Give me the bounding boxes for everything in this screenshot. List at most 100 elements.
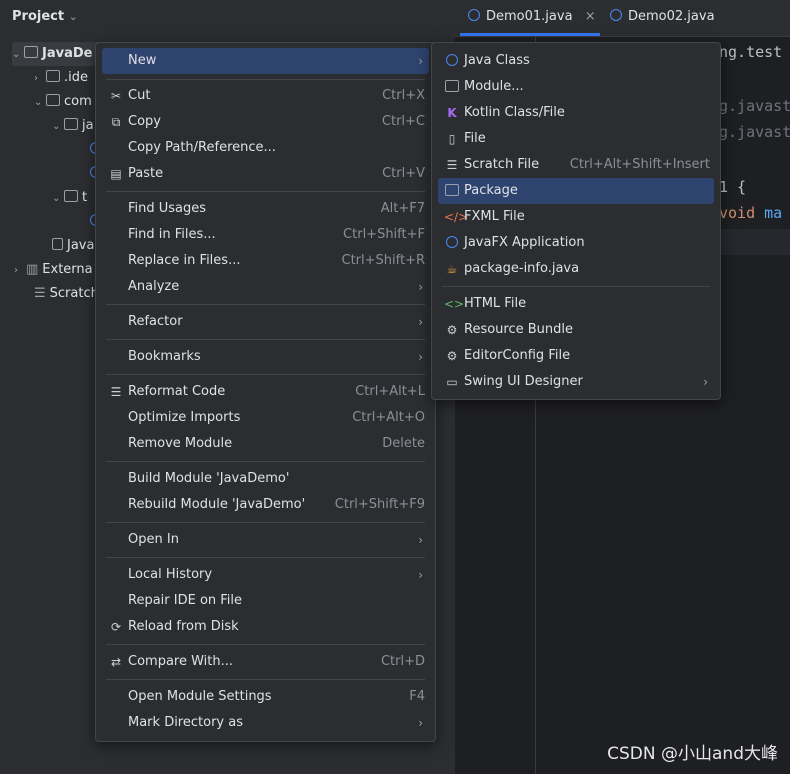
menu-item-local-history[interactable]: Local History › [102,562,429,588]
tree-item-external-libraries[interactable]: › ▥ Externa [14,258,93,282]
menu-item-mark-directory[interactable]: Mark Directory as › [102,710,429,736]
watermark: CSDN @小山and大峰 [607,744,778,764]
submenu-item-javafx[interactable]: JavaFX Application [438,230,714,256]
chevron-right-icon: › [418,315,423,329]
menu-item-open-module-settings[interactable]: Open Module Settings F4 [102,684,429,710]
menu-item-bookmarks[interactable]: Bookmarks › [102,344,429,370]
scissors-icon: ✂ [110,89,122,103]
menu-item-compare-with[interactable]: ⇄ Compare With... Ctrl+D [102,649,429,675]
tree-item-ja[interactable]: ⌄ ja [52,114,94,138]
java-class-icon [468,9,480,21]
copy-icon: ⧉ [111,115,121,129]
tree-item-module[interactable]: ⌄ JavaDe [12,42,102,66]
compare-icon: ⇄ [110,655,122,669]
package-icon [444,178,460,204]
menu-item-build-module[interactable]: Build Module 'JavaDemo' [102,466,429,492]
tree-item-t[interactable]: ⌄ t [52,186,87,210]
code-line: g.javast [719,97,790,115]
menu-item-find-in-files[interactable]: Find in Files... Ctrl+Shift+F [102,222,429,248]
tab-demo01[interactable]: Demo01.java × [468,0,596,36]
resource-bundle-icon: ⚙ [446,323,458,337]
menu-item-rebuild-module[interactable]: Rebuild Module 'JavaDemo' Ctrl+Shift+F9 [102,492,429,518]
menu-separator [106,522,425,523]
menu-item-reformat-code[interactable]: ☰ Reformat Code Ctrl+Alt+L [102,379,429,405]
menu-item-remove-module[interactable]: Remove Module Delete [102,431,429,457]
submenu-item-package[interactable]: Package [438,178,714,204]
submenu-item-module[interactable]: Module... [438,74,714,100]
chevron-right-icon: › [703,375,708,389]
chevron-down-icon[interactable]: ⌄ [34,91,46,115]
menu-separator [106,79,425,80]
menu-item-copy-path[interactable]: Copy Path/Reference... [102,135,429,161]
fxml-icon: </> [444,210,469,224]
file-icon [52,238,63,250]
tree-item-com[interactable]: ⌄ com [34,90,92,114]
chevron-down-icon[interactable]: ⌄ [12,43,24,67]
html-icon: <> [444,297,465,311]
menu-separator [106,374,425,375]
submenu-item-fxml[interactable]: </> FXML File [438,204,714,230]
submenu-item-file[interactable]: ▯ File [438,126,714,152]
package-info-icon: ☕ [446,262,458,276]
chevron-right-icon: › [418,716,423,730]
menu-separator [106,679,425,680]
module-icon [444,74,460,100]
tree-item-idea[interactable]: › .ide [34,66,88,90]
menu-separator [442,286,710,287]
swing-icon: ▭ [446,375,458,389]
submenu-item-scratch-file[interactable]: ☰ Scratch File Ctrl+Alt+Shift+Insert [438,152,714,178]
menu-item-find-usages[interactable]: Find Usages Alt+F7 [102,196,429,222]
chevron-right-icon: › [418,54,423,68]
menu-separator [106,339,425,340]
scratch-icon: ☰ [446,158,458,172]
paste-icon: ▤ [110,167,122,181]
chevron-right-icon[interactable]: › [34,67,46,91]
chevron-down-icon[interactable]: ⌄ [52,115,64,139]
submenu-item-html[interactable]: <> HTML File [438,291,714,317]
panel-title[interactable]: Project ⌄ [12,9,78,24]
menu-separator [106,557,425,558]
menu-separator [106,644,425,645]
folder-icon [46,94,60,106]
code-line: 1 { [719,178,747,196]
menu-item-paste[interactable]: ▤ Paste Ctrl+V [102,161,429,187]
module-folder-icon [24,46,38,58]
submenu-item-resource-bundle[interactable]: ⚙ Resource Bundle [438,317,714,343]
package-icon [64,190,78,202]
tab-demo02[interactable]: Demo02.java [610,0,715,36]
tree-item-scratches[interactable]: ☰ Scratch [34,282,99,306]
submenu-item-kotlin[interactable]: K Kotlin Class/File [438,100,714,126]
file-icon: ▯ [448,132,456,146]
menu-item-replace-in-files[interactable]: Replace in Files... Ctrl+Shift+R [102,248,429,274]
menu-item-cut[interactable]: ✂ Cut Ctrl+X [102,83,429,109]
chevron-right-icon[interactable]: › [14,259,26,283]
code-line: void ma [719,204,783,222]
submenu-item-swing-ui[interactable]: ▭ Swing UI Designer › [438,369,714,395]
menu-item-reload-from-disk[interactable]: ⟳ Reload from Disk [102,614,429,640]
folder-icon [46,70,60,82]
kotlin-icon: K [447,106,457,120]
menu-item-refactor[interactable]: Refactor › [102,309,429,335]
menu-item-open-in[interactable]: Open In › [102,527,429,553]
chevron-right-icon: › [418,533,423,547]
submenu-item-editorconfig[interactable]: ⚙ EditorConfig File [438,343,714,369]
package-icon [64,118,78,130]
submenu-item-package-info[interactable]: ☕ package-info.java [438,256,714,282]
chevron-right-icon: › [418,280,423,294]
menu-item-analyze[interactable]: Analyze › [102,274,429,300]
submenu-item-java-class[interactable]: Java Class [438,48,714,74]
chevron-right-icon: › [418,350,423,364]
menu-item-repair-ide[interactable]: Repair IDE on File [102,588,429,614]
chevron-down-icon[interactable]: ⌄ [52,187,64,211]
tree-item-iml[interactable]: Java [52,234,94,258]
chevron-down-icon: ⌄ [68,10,78,23]
new-submenu: Java Class Module... K Kotlin Class/File … [431,42,721,400]
menu-item-new[interactable]: New › [102,48,429,74]
menu-item-optimize-imports[interactable]: Optimize Imports Ctrl+Alt+O [102,405,429,431]
menu-item-copy[interactable]: ⧉ Copy Ctrl+C [102,109,429,135]
close-icon[interactable]: × [585,9,596,24]
javafx-icon [444,230,460,256]
menu-separator [106,191,425,192]
menu-separator [106,304,425,305]
java-class-icon [444,48,460,74]
